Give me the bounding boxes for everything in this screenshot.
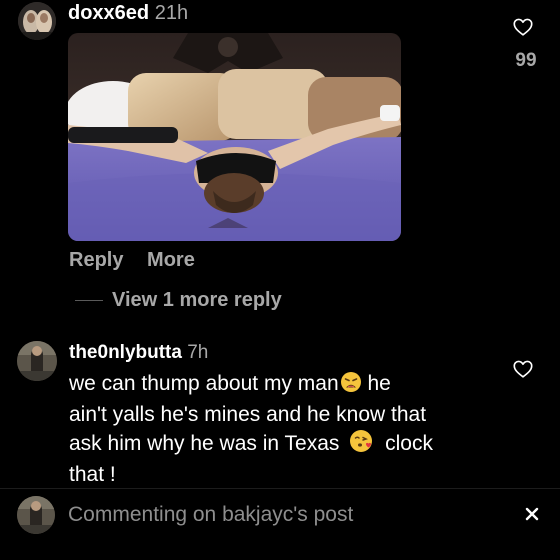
comment-line-1: we can thump about my man he bbox=[69, 370, 499, 401]
comment-line-3: ask him why he was in Texas clock bbox=[69, 429, 499, 461]
replies-divider-line bbox=[75, 300, 103, 301]
kissing-face-emoji-icon bbox=[349, 429, 373, 461]
reply-button[interactable]: Reply bbox=[69, 249, 123, 271]
timestamp: 7h bbox=[187, 342, 209, 363]
text-segment: he bbox=[367, 372, 391, 395]
current-user-avatar bbox=[17, 496, 55, 534]
comment-actions: Reply More bbox=[69, 248, 195, 272]
text-segment: we can thump about my man bbox=[69, 372, 339, 395]
comment-header: doxx6ed 21h bbox=[68, 2, 188, 24]
avatar-image bbox=[18, 2, 56, 40]
comment-text: we can thump about my man he ain't yalls… bbox=[69, 370, 499, 489]
avatar[interactable] bbox=[18, 2, 56, 40]
username[interactable]: doxx6ed bbox=[68, 2, 149, 24]
comment-gif[interactable] bbox=[68, 33, 401, 241]
timestamp: 21h bbox=[154, 2, 189, 24]
avatar-image bbox=[17, 341, 57, 381]
gif-image bbox=[68, 33, 401, 241]
avatar[interactable] bbox=[17, 341, 57, 381]
close-icon[interactable] bbox=[521, 503, 543, 525]
comment-input[interactable]: Commenting on bakjayc's post bbox=[68, 502, 468, 528]
username[interactable]: the0nlybutta bbox=[69, 342, 182, 363]
like-count: 99 bbox=[515, 50, 537, 71]
comment-line-4: that ! bbox=[69, 463, 116, 486]
like-heart-icon[interactable] bbox=[512, 358, 534, 380]
view-replies-label: View 1 more reply bbox=[112, 289, 282, 311]
weary-face-emoji-icon bbox=[340, 371, 362, 401]
text-segment: ask him why he was in Texas bbox=[69, 432, 340, 455]
comment-header: the0nlybutta 7h bbox=[69, 342, 208, 364]
text-segment: clock bbox=[385, 432, 433, 455]
composer-divider bbox=[0, 488, 560, 489]
comment-line-2: ain't yalls he's mines and he know that bbox=[69, 403, 427, 426]
like-heart-icon[interactable] bbox=[512, 16, 534, 38]
avatar-image bbox=[17, 496, 55, 534]
more-button[interactable]: More bbox=[147, 249, 195, 271]
